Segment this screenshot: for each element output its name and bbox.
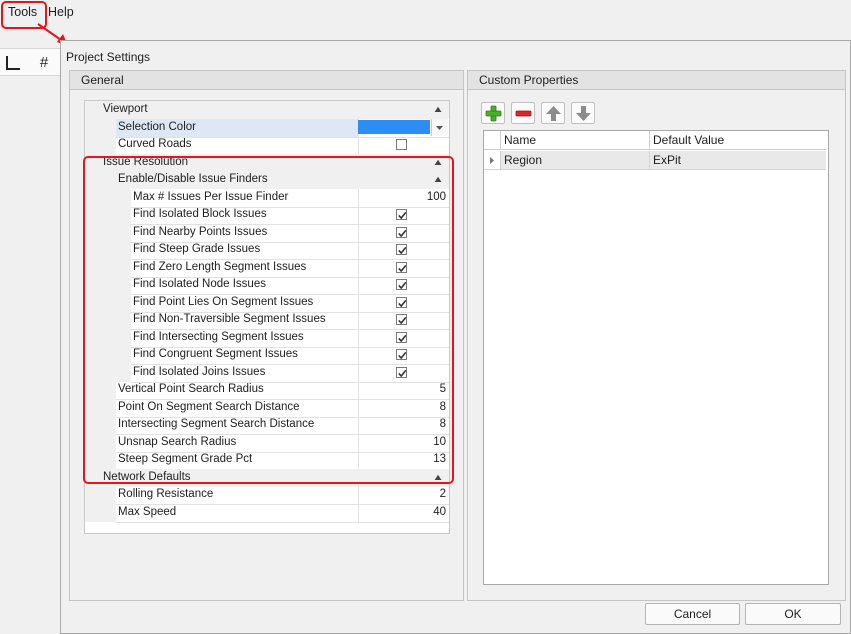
left-toolbar: # — [0, 48, 60, 76]
prop-selection-color-label: Selection Color — [118, 120, 196, 133]
arrow-down-icon — [576, 106, 591, 121]
row-indent — [85, 136, 116, 154]
minus-icon — [515, 110, 532, 117]
prop-network-setting-row[interactable]: Rolling Resistance 2 — [85, 486, 449, 505]
row-indent — [85, 118, 116, 137]
prop-selection-color-row[interactable]: Selection Color — [85, 118, 449, 138]
move-up-button[interactable] — [541, 102, 565, 124]
remove-property-button[interactable] — [511, 102, 535, 124]
row-header-corner — [484, 131, 501, 150]
prop-curved-roads-value-cell[interactable] — [356, 136, 449, 155]
column-header-name[interactable]: Name — [501, 131, 650, 150]
prop-curved-roads-label-cell[interactable]: Curved Roads — [116, 136, 359, 155]
prop-curved-roads-label: Curved Roads — [118, 138, 192, 150]
cancel-button[interactable]: Cancel — [645, 603, 740, 625]
move-down-button[interactable] — [571, 102, 595, 124]
column-header-default-value[interactable]: Default Value — [650, 131, 826, 150]
plus-icon — [485, 105, 502, 122]
category-viewport-label: Viewport — [103, 103, 148, 115]
prop-network-setting-label: Max Speed — [118, 505, 177, 518]
collapse-chevron-icon[interactable]: ▲ — [430, 101, 446, 118]
ok-button[interactable]: OK — [745, 603, 841, 625]
add-property-button[interactable] — [481, 102, 505, 124]
cell-default-value[interactable]: ExPit — [650, 151, 826, 170]
menu-bar: Tools Help — [0, 0, 851, 24]
row-indent — [85, 503, 116, 522]
prop-selection-color-value-cell[interactable] — [356, 118, 449, 138]
general-header: General — [70, 71, 463, 90]
prop-network-setting-label-cell[interactable]: Max Speed — [116, 503, 359, 523]
prop-selection-color-label-cell[interactable]: Selection Color — [116, 118, 359, 138]
cell-name[interactable]: Region — [501, 151, 650, 170]
prop-network-setting-row[interactable]: Max Speed 40 — [85, 503, 449, 523]
category-viewport-row[interactable]: Viewport ▲ — [85, 101, 449, 119]
dropdown-arrow-icon[interactable] — [431, 118, 448, 136]
color-swatch[interactable] — [358, 119, 430, 134]
checkbox[interactable] — [396, 139, 407, 150]
row-pointer-icon — [490, 157, 494, 164]
prop-network-setting-value[interactable]: 2 — [356, 486, 449, 505]
dialog-title: Project Settings — [66, 50, 151, 64]
project-settings-dialog: Project Settings General Viewport ▲ Select… — [60, 40, 851, 634]
custom-properties-table: Name Default Value Region ExPit — [483, 130, 829, 585]
row-indent — [85, 486, 116, 504]
custom-properties-group: Custom Properties Name Default Value Reg… — [467, 70, 846, 601]
arrow-up-icon — [546, 106, 561, 121]
axis-icon[interactable] — [1, 52, 25, 74]
prop-network-setting-value[interactable]: 40 — [356, 504, 449, 523]
issue-resolution-highlight — [83, 156, 454, 484]
row-indicator[interactable] — [484, 151, 501, 170]
prop-network-setting-label-cell[interactable]: Rolling Resistance — [116, 486, 359, 505]
prop-network-setting-label: Rolling Resistance — [118, 488, 214, 500]
custom-properties-header: Custom Properties — [468, 71, 845, 90]
prop-curved-roads-row[interactable]: Curved Roads — [85, 136, 449, 155]
grid-icon[interactable]: # — [32, 52, 56, 74]
